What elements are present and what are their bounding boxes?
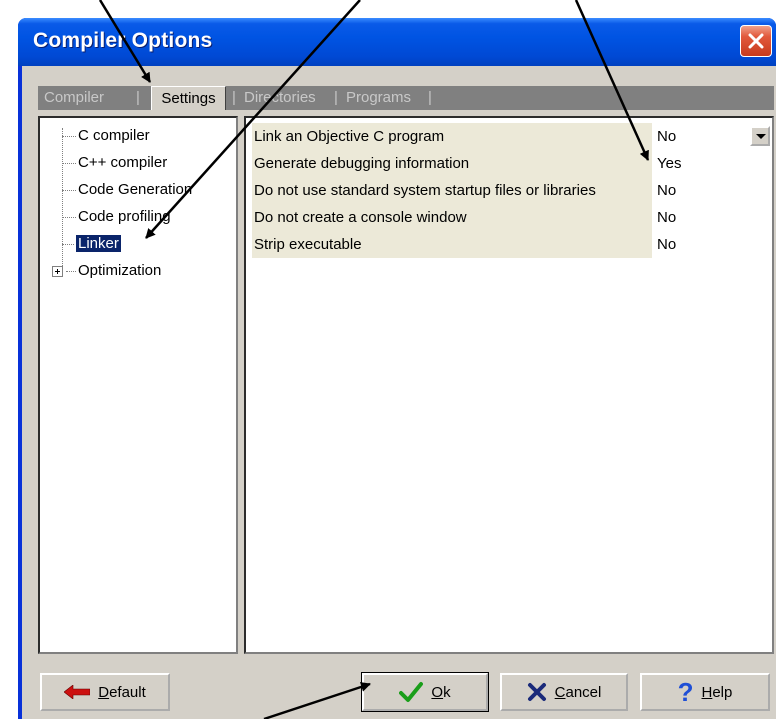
- tree-connector: [62, 244, 76, 245]
- tab-directories[interactable]: Directories: [244, 89, 316, 106]
- tree-connector: [62, 217, 76, 218]
- cancel-button[interactable]: Cancel: [500, 673, 628, 711]
- tree-connector: [62, 163, 76, 164]
- property-row: Strip executable No: [252, 231, 770, 258]
- close-button[interactable]: [740, 25, 772, 57]
- expand-icon[interactable]: [52, 266, 63, 277]
- property-row: Do not use standard system startup files…: [252, 177, 770, 204]
- default-button[interactable]: Default: [40, 673, 170, 711]
- tree-item-c-compiler[interactable]: C compiler: [78, 127, 150, 144]
- dialog-body: Compiler | Settings | Directories | Prog…: [22, 66, 776, 719]
- property-name: Generate debugging information: [252, 150, 652, 177]
- tree-connector: [62, 136, 76, 137]
- tree-item-linker[interactable]: Linker: [75, 234, 122, 253]
- tab-separator: |: [428, 89, 432, 106]
- property-value-select[interactable]: No: [654, 123, 774, 150]
- tree-item-cpp-compiler[interactable]: C++ compiler: [78, 154, 167, 171]
- tree-connector: [62, 190, 76, 191]
- question-icon: ?: [677, 677, 694, 707]
- property-value[interactable]: No: [654, 204, 774, 231]
- property-value[interactable]: No: [654, 177, 774, 204]
- cancel-button-label: Cancel: [554, 683, 602, 701]
- window-title: Compiler Options: [33, 29, 213, 52]
- title-bar[interactable]: Compiler Options: [18, 18, 776, 66]
- dropdown-arrow-icon[interactable]: [750, 126, 770, 146]
- default-button-label: Default: [98, 683, 146, 701]
- property-name: Strip executable: [252, 231, 652, 258]
- property-value[interactable]: No: [654, 231, 774, 258]
- property-row: Generate debugging information Yes: [252, 150, 770, 177]
- tab-separator: |: [136, 89, 140, 106]
- arrow-left-icon: [64, 685, 91, 699]
- ok-button[interactable]: Ok: [361, 672, 489, 712]
- tree-item-optimization[interactable]: Optimization: [78, 262, 161, 279]
- compiler-options-window: Compiler Options Compiler | Settings | D…: [18, 18, 776, 719]
- ok-button-label: Ok: [431, 683, 451, 701]
- property-grid: Link an Objective C program No Generate …: [244, 116, 774, 654]
- tree-connector: [62, 128, 63, 268]
- close-icon: [748, 33, 764, 49]
- tab-separator: |: [334, 89, 338, 106]
- property-value[interactable]: Yes: [654, 150, 774, 177]
- tree-item-code-profiling[interactable]: Code profiling: [78, 208, 171, 225]
- settings-tree[interactable]: C compiler C++ compiler Code Generation …: [38, 116, 238, 654]
- tab-settings[interactable]: Settings: [151, 86, 226, 110]
- property-value: No: [657, 128, 677, 145]
- property-row: Link an Objective C program No: [252, 123, 770, 150]
- tree-item-code-generation[interactable]: Code Generation: [78, 181, 192, 198]
- property-name: Do not create a console window: [252, 204, 652, 231]
- property-row: Do not create a console window No: [252, 204, 770, 231]
- tab-compiler[interactable]: Compiler: [44, 89, 104, 106]
- help-button-label: Help: [701, 683, 733, 701]
- help-button[interactable]: ? Help: [640, 673, 770, 711]
- checkmark-icon: [399, 682, 424, 702]
- property-name: Link an Objective C program: [252, 123, 652, 150]
- property-name: Do not use standard system startup files…: [252, 177, 652, 204]
- tab-programs[interactable]: Programs: [346, 89, 411, 106]
- tab-separator: |: [232, 89, 236, 106]
- tab-strip: Compiler | Settings | Directories | Prog…: [38, 86, 774, 110]
- tree-connector: [66, 271, 76, 272]
- x-icon: [527, 683, 546, 701]
